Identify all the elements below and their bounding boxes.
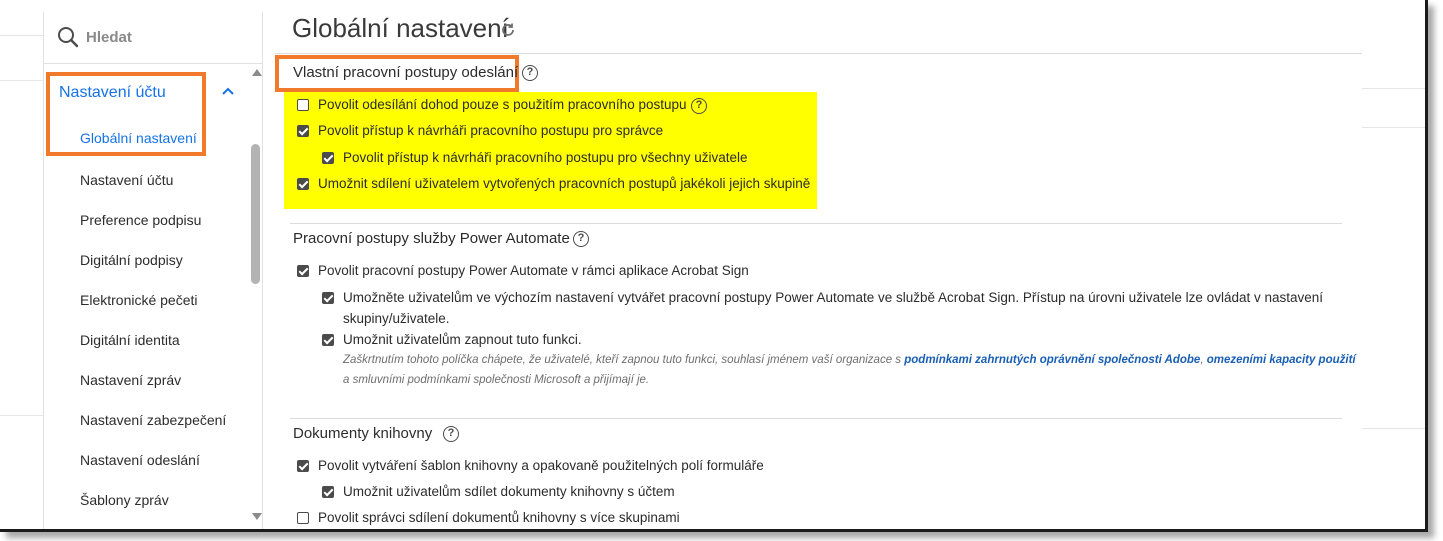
option-label: Povolit pracovní postupy Power Automate …	[318, 263, 749, 278]
option-label: Povolit správci sdílení dokumentů knihov…	[318, 510, 680, 525]
checkbox-designer-admin[interactable]	[297, 125, 309, 137]
help-icon[interactable]: ?	[691, 98, 707, 114]
option-label: Umožnit uživatelům zapnout tuto funkci.	[343, 332, 582, 347]
divider	[290, 223, 1342, 224]
checkbox-share-library-account[interactable]	[322, 486, 334, 498]
sidebar-item-security-settings[interactable]: Nastavení zabezpečení	[80, 412, 226, 428]
help-icon[interactable]: ?	[522, 65, 538, 81]
search-input[interactable]: Hledat	[86, 29, 132, 46]
sidebar-item-message-settings[interactable]: Nastavení zpráv	[80, 372, 181, 388]
consent-note-line2: a smluvními podmínkami společnosti Micro…	[343, 374, 650, 386]
help-icon[interactable]: ?	[443, 426, 459, 442]
search-bar[interactable]: Hledat	[44, 12, 262, 64]
scroll-down-arrow[interactable]	[252, 513, 262, 520]
adobe-terms-link[interactable]: podmínkami zahrnutých oprávnění společno…	[904, 354, 1200, 366]
chevron-up-icon[interactable]	[219, 82, 237, 100]
option-label: Povolit přístup k návrháři pracovního po…	[343, 150, 748, 165]
note-text: Zaškrtnutím tohoto políčka chápete, že u…	[343, 354, 905, 366]
sidebar-item-digital-signatures[interactable]: Digitální podpisy	[80, 252, 183, 268]
highlight-box-sidebar	[46, 72, 206, 156]
checkbox-library-templates[interactable]	[297, 460, 309, 472]
option-label: Povolit odesílání dohod pouze s použitím…	[318, 97, 687, 112]
app-window: Hledat Nastavení účtu Globální nastavení…	[0, 0, 1428, 532]
option-label-line2: skupiny/uživatele.	[343, 311, 450, 326]
sidebar-item-signature-preferences[interactable]: Preference podpisu	[80, 212, 201, 228]
sidebar-scrollbar[interactable]	[248, 64, 263, 529]
divider	[275, 53, 1362, 54]
sidebar-item-digital-identity[interactable]: Digitální identita	[80, 332, 180, 348]
scroll-up-arrow[interactable]	[252, 69, 262, 76]
divider	[290, 418, 1342, 419]
checkbox-users-enable[interactable]	[322, 334, 334, 346]
option-label: Povolit přístup k návrháři pracovního po…	[318, 123, 664, 138]
section-title-power-automate: Pracovní postupy služby Power Automate	[293, 230, 570, 247]
checkbox-admin-share-multi-group[interactable]	[297, 512, 309, 524]
option-label: Umožnit uživatelům sdílet dokumenty knih…	[343, 484, 675, 499]
checkbox-designer-all-users[interactable]	[322, 152, 334, 164]
checkbox-workflow-only[interactable]	[297, 99, 309, 111]
option-label: Povolit vytváření šablon knihovny a opak…	[318, 458, 764, 473]
refresh-icon[interactable]	[500, 22, 516, 38]
capacity-limits-link[interactable]: omezeními kapacity použití	[1207, 354, 1356, 366]
sidebar-item-account-settings[interactable]: Nastavení účtu	[80, 172, 173, 188]
option-label: Umožnit sdílení uživatelem vytvořených p…	[318, 176, 811, 191]
sidebar-item-electronic-seals[interactable]: Elektronické pečeti	[80, 292, 198, 308]
checkbox-power-automate[interactable]	[297, 265, 309, 277]
consent-note: Zaškrtnutím tohoto políčka chápete, že u…	[343, 354, 1356, 366]
search-icon	[58, 27, 79, 48]
scroll-thumb[interactable]	[251, 144, 260, 284]
sidebar-item-message-templates[interactable]: Šablony zpráv	[80, 492, 169, 508]
checkbox-share-workflows[interactable]	[297, 178, 309, 190]
help-icon[interactable]: ?	[573, 231, 589, 247]
section-title-library-documents: Dokumenty knihovny	[293, 425, 433, 442]
checkbox-power-automate-default[interactable]	[322, 292, 334, 304]
option-label: Umožněte uživatelům ve výchozím nastaven…	[343, 290, 1324, 305]
sidebar-item-send-settings[interactable]: Nastavení odeslání	[80, 452, 200, 468]
page-title: Globální nastavení	[292, 13, 509, 43]
section-title-custom-send-workflows: Vlastní pracovní postupy odeslání	[293, 64, 519, 81]
